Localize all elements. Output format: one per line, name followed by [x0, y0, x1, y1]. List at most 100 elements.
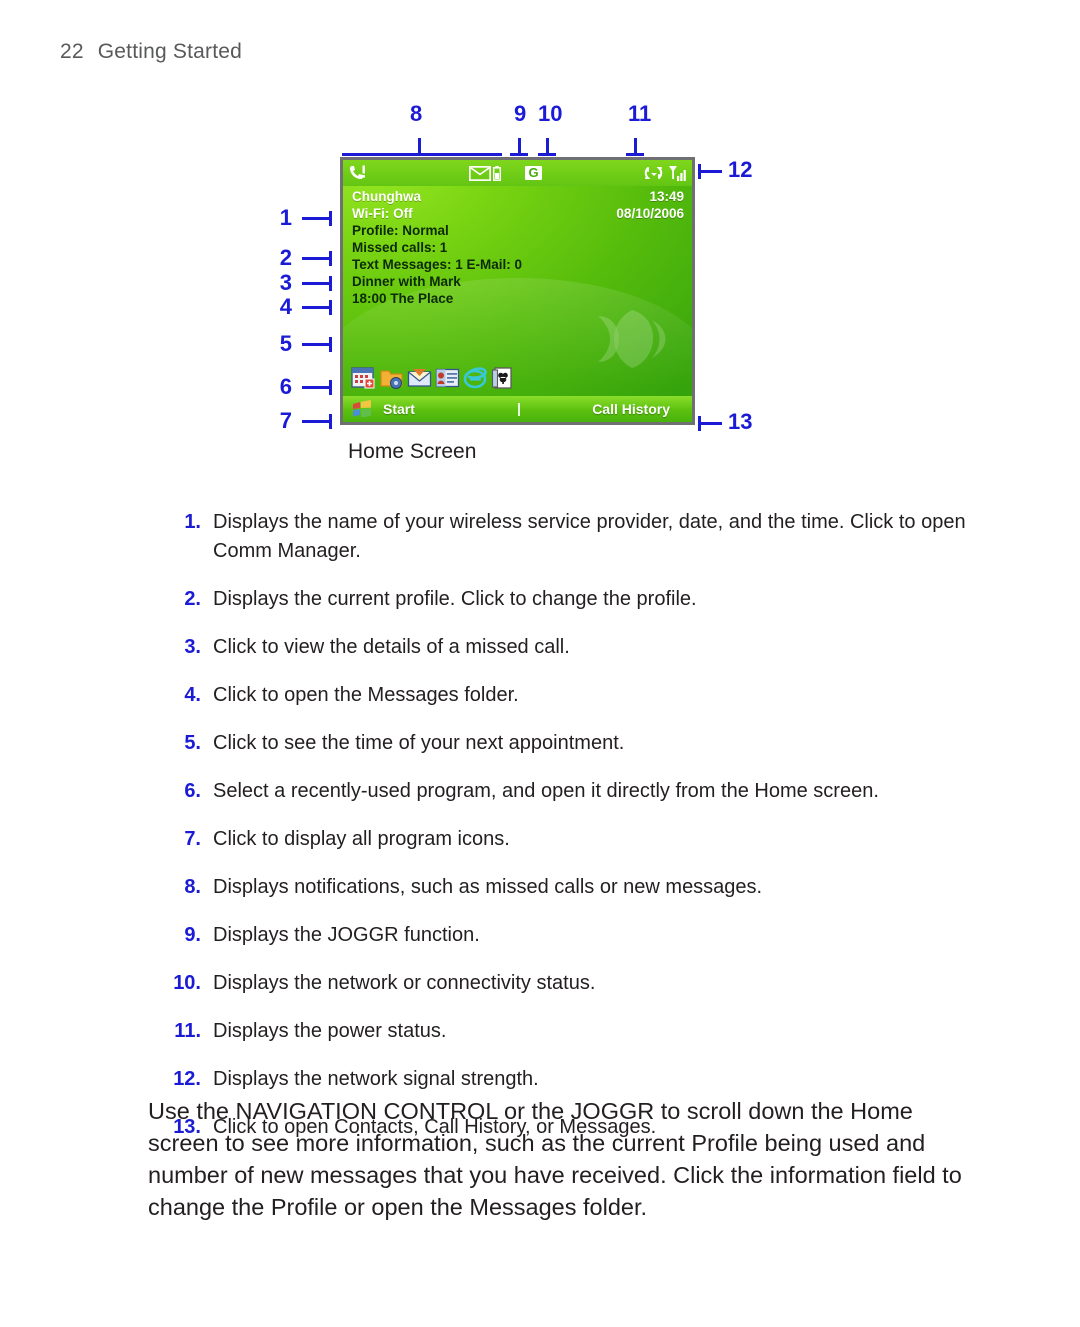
leader-line-6 — [302, 380, 332, 395]
callout-1: 1 — [279, 205, 292, 230]
callout-5: 5 — [279, 331, 292, 356]
right-callout-numbers: 12 13 — [698, 157, 778, 437]
list-item-number: 10. — [173, 972, 201, 994]
list-item: 3. Click to view the details of a missed … — [165, 633, 975, 662]
wifi-status: Wi-Fi: Off — [352, 206, 413, 221]
list-item-text: Click to open the Messages folder. — [213, 684, 519, 706]
recent-programs-tray[interactable] — [351, 366, 516, 390]
list-item: 11. Displays the power status. — [165, 1017, 975, 1046]
appointment-time-row[interactable]: 18:00 The Place — [352, 290, 684, 307]
callout-13: 13 — [728, 409, 753, 434]
status-bar: G — [343, 160, 692, 186]
leader-line-12 — [698, 164, 722, 179]
wifi-row[interactable]: Wi-Fi: Off 08/10/2006 — [352, 205, 684, 222]
list-item: 9. Displays the JOGGR function. — [165, 921, 975, 950]
home-screen-rows: Chunghwa 13:49 Wi-Fi: Off 08/10/2006 Pro… — [352, 188, 684, 307]
leader-line-3 — [302, 276, 332, 291]
appointment-title-row[interactable]: Dinner with Mark — [352, 273, 684, 290]
list-item-text: Displays the network or connectivity sta… — [213, 972, 596, 994]
list-item-number: 11. — [174, 1020, 201, 1042]
appointment-title: Dinner with Mark — [352, 274, 461, 289]
list-item-number: 2. — [184, 588, 201, 610]
call-history-softkey[interactable]: Call History — [592, 401, 670, 417]
missed-calls-row[interactable]: Missed calls: 1 — [352, 239, 684, 256]
list-item-text: Displays the current profile. Click to c… — [213, 588, 697, 610]
list-item-text: Displays the power status. — [213, 1020, 447, 1042]
profile-status: Profile: Normal — [352, 223, 449, 238]
start-softkey[interactable]: Start — [383, 401, 415, 417]
list-item-number: 5. — [184, 732, 201, 754]
callout-9: 9 — [514, 101, 527, 126]
windows-flag-icon[interactable] — [351, 400, 373, 418]
leader-line-13 — [698, 416, 722, 431]
list-item-number: 3. — [184, 636, 201, 658]
gprs-icon: G — [525, 166, 542, 180]
callout-11: 11 — [628, 101, 652, 126]
list-item-text: Click to view the details of a missed ca… — [213, 636, 570, 658]
settings-folder-icon[interactable] — [379, 366, 404, 390]
list-item-text: Displays the network signal strength. — [213, 1068, 539, 1090]
list-item: 2. Displays the current profile. Click to… — [165, 585, 975, 614]
profile-row[interactable]: Profile: Normal — [352, 222, 684, 239]
leader-line-9-stem — [518, 138, 521, 156]
list-item: 8. Displays notifications, such as missed… — [165, 873, 975, 902]
callout-10: 10 — [538, 101, 563, 126]
battery-icon — [493, 165, 502, 181]
date: 08/10/2006 — [616, 206, 684, 221]
list-item: 12. Displays the network signal strength. — [165, 1065, 975, 1094]
leader-line-8-stem — [418, 138, 421, 156]
list-item-text: Click to display all program icons. — [213, 828, 510, 850]
leader-line-1 — [302, 211, 332, 226]
solitaire-icon[interactable] — [491, 366, 516, 390]
list-item-text: Displays the JOGGR function. — [213, 924, 480, 946]
operator-row[interactable]: Chunghwa 13:49 — [352, 188, 684, 205]
callout-6: 6 — [279, 374, 292, 399]
new-message-icon — [469, 165, 492, 181]
running-head: 22 Getting Started — [60, 40, 242, 64]
list-item-number: 6. — [184, 780, 201, 802]
leader-line-7 — [302, 414, 332, 429]
callout-4: 4 — [279, 294, 292, 319]
side-callout-numbers: 1 2 3 4 5 6 7 — [270, 157, 340, 433]
list-item-number: 7. — [184, 828, 201, 850]
leader-line-2 — [302, 251, 332, 266]
home-screen-figure: 8 9 10 11 1 2 3 4 5 6 7 12 13 G Chunghwa… — [270, 95, 770, 475]
leader-line-5 — [302, 337, 332, 352]
list-item: 6. Select a recently-used program, and op… — [165, 777, 975, 806]
list-item: 7. Click to display all program icons. — [165, 825, 975, 854]
leader-line-10-stem — [546, 138, 549, 156]
softkey-divider — [518, 402, 520, 416]
list-item-number: 9. — [184, 924, 201, 946]
list-item-number: 1. — [184, 511, 201, 533]
missed-calls-count: Missed calls: 1 — [352, 240, 448, 255]
list-item-text: Click to see the time of your next appoi… — [213, 732, 625, 754]
manual-page: 22 Getting Started 8 9 10 11 1 2 3 4 5 6… — [0, 0, 1080, 1327]
callout-description-list: 1. Displays the name of your wireless ser… — [165, 508, 975, 1161]
messaging-icon[interactable] — [407, 366, 432, 390]
calendar-icon[interactable] — [351, 366, 376, 390]
list-item: 1. Displays the name of your wireless ser… — [165, 508, 975, 566]
leader-line-11-stem — [634, 138, 637, 156]
soft-key-bar: Start Call History — [343, 396, 692, 422]
contacts-icon[interactable] — [435, 366, 460, 390]
wallpaper-logo-watermark — [598, 310, 666, 368]
list-item-number: 8. — [184, 876, 201, 898]
callout-12: 12 — [728, 157, 753, 182]
figure-caption: Home Screen — [348, 440, 477, 463]
callout-7: 7 — [279, 408, 292, 433]
messages-row[interactable]: Text Messages: 1 E-Mail: 0 — [352, 256, 684, 273]
list-item: 10. Displays the network or connectivity … — [165, 969, 975, 998]
list-item-text: Displays the name of your wireless servi… — [213, 511, 966, 562]
missed-call-icon — [350, 165, 365, 179]
list-item-text: Select a recently-used program, and open… — [213, 780, 879, 802]
page-number: 22 — [60, 40, 84, 63]
list-item-number: 4. — [184, 684, 201, 706]
list-item: 4. Click to open the Messages folder. — [165, 681, 975, 710]
list-item-text: Displays notifications, such as missed c… — [213, 876, 763, 898]
list-item: 5. Click to see the time of your next app… — [165, 729, 975, 758]
leader-line-4 — [302, 300, 332, 315]
internet-explorer-icon[interactable] — [463, 366, 488, 390]
clock: 13:49 — [649, 189, 684, 204]
operator-name: Chunghwa — [352, 189, 421, 204]
phone-home-screen: G Chunghwa 13:49 Wi-Fi: Off 08/10/2006 P… — [340, 157, 695, 425]
